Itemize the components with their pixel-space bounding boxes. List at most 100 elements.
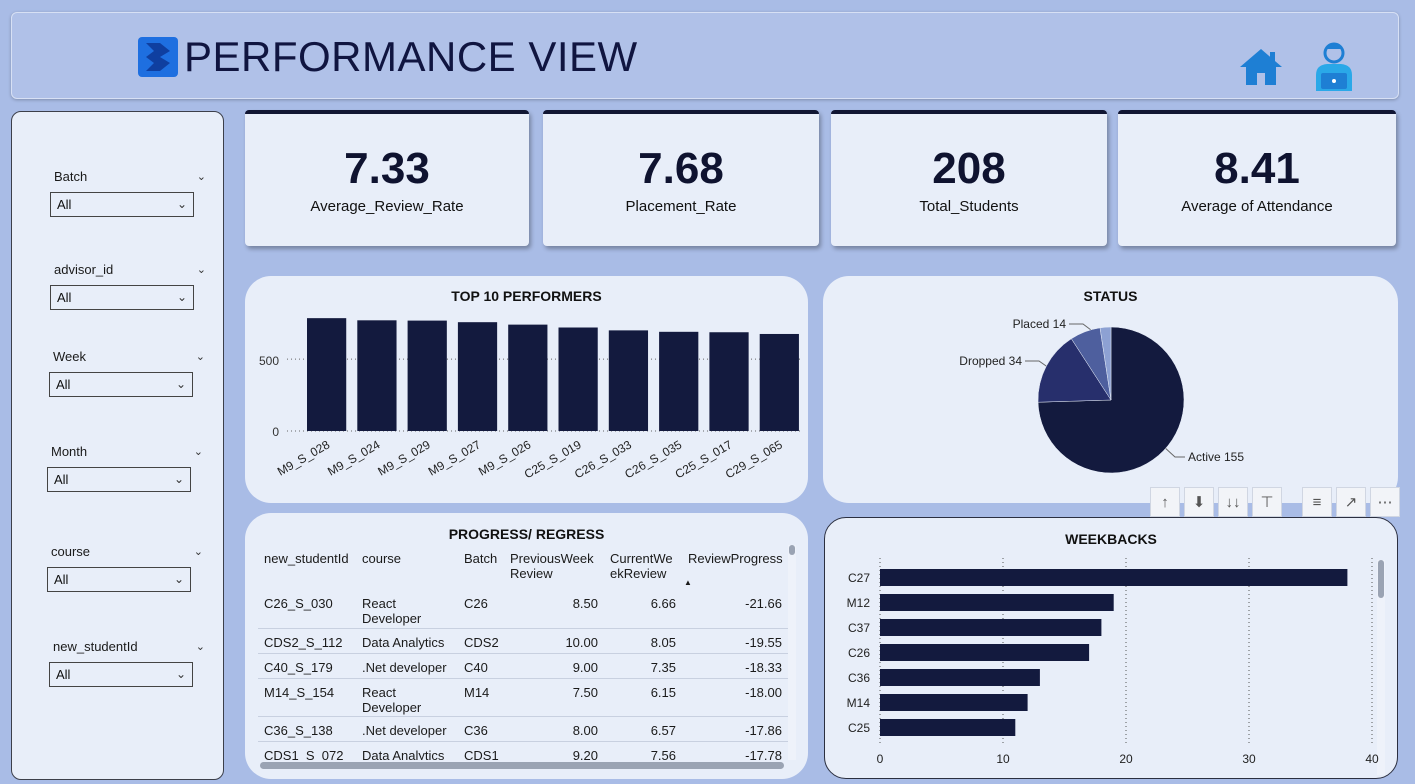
filter-course: course ⌄ All ⌄ [47,543,207,592]
chevron-down-icon[interactable]: ⌄ [194,443,203,461]
x-tick-label: M9_S_028 [275,437,333,478]
column-header[interactable]: Batch [458,545,504,590]
bar[interactable] [407,320,447,431]
more-options-icon[interactable]: ⋯ [1370,487,1400,517]
y-tick-label: M14 [847,696,871,710]
kpi-card-review-rate[interactable]: 7.33 Average_Review_Rate [245,110,529,246]
chevron-down-icon: ⌄ [173,472,184,486]
user-laptop-icon[interactable] [1311,39,1357,93]
table-row[interactable]: C40_S_179 .Net developer C40 9.00 7.35 -… [258,654,788,679]
status-panel[interactable]: STATUS Placed 14 Dropped 34 Active 155 [823,276,1398,503]
table-row[interactable]: CDS1_S_072 Data Analytics CDS1 9.20 7.56… [258,742,788,760]
focus-mode-icon[interactable]: ↗ [1336,487,1366,517]
progress-table: new_studentId course Batch PreviousWeek … [258,545,788,760]
bar[interactable] [880,669,1040,686]
y-tick-label: C26 [848,646,870,660]
bar[interactable] [659,331,699,431]
column-header[interactable]: ReviewProgress ▲ [682,545,788,590]
bar[interactable] [880,569,1348,586]
leader-line [1025,360,1050,369]
x-tick-label: M9_S_024 [325,437,383,478]
course-dropdown[interactable]: All ⌄ [47,567,191,592]
pie-label-active: Active 155 [1188,450,1244,464]
y-tick-label: 0 [272,425,279,439]
bar[interactable] [508,324,548,431]
bar[interactable] [608,330,649,431]
x-tick-label: 20 [1119,752,1133,766]
weekbacks-panel[interactable]: WEEKBACKS 0 10 20 30 40 C27 M12 C37 C26 C36 M14 C25 [824,517,1398,779]
kpi-card-total-students[interactable]: 208 Total_Students [831,110,1107,246]
filter-month: Month ⌄ All ⌄ [47,443,207,492]
filter-batch: Batch ⌄ All ⌄ [50,168,210,217]
advisor-id-dropdown[interactable]: All ⌄ [50,285,194,310]
x-tick-label: 30 [1242,752,1256,766]
column-header[interactable]: course [356,545,458,590]
bar[interactable] [880,619,1102,636]
bar[interactable] [880,719,1016,736]
batch-dropdown[interactable]: All ⌄ [50,192,194,217]
expand-next-level-icon[interactable]: ↓↓ [1218,487,1248,517]
filter-icon[interactable]: ≡ [1302,487,1332,517]
arrow-up-icon[interactable]: ↑ [1150,487,1180,517]
table-row[interactable]: M14_S_154 React Developer M14 7.50 6.15 … [258,679,788,717]
weekbacks-chart: 0 10 20 30 40 C27 M12 C37 C26 C36 M14 C25 [847,558,1385,775]
top-performers-panel[interactable]: TOP 10 PERFORMERS 500 0 M9_S_028 M9_S_024… [245,276,808,503]
chevron-down-icon[interactable]: ⌄ [196,348,205,366]
visual-toolbar: ↑ ⬇ ↓↓ ⊤ ≡ ↗ ⋯ [1150,487,1400,517]
chevron-down-icon: ⌄ [176,197,187,211]
chevron-down-icon[interactable]: ⌄ [197,261,206,279]
expand-hierarchy-icon[interactable]: ⊤ [1252,487,1282,517]
bar[interactable] [880,644,1090,661]
filter-advisor-id: advisor_id ⌄ All ⌄ [50,261,210,310]
top-performers-chart: 500 0 M9_S_028M9_S_024M9_S_029M9_S_027M9… [259,318,800,481]
table-row[interactable]: C26_S_030 React Developer C26 8.50 6.66 … [258,590,788,629]
home-icon[interactable] [1238,47,1284,87]
bar[interactable] [558,327,598,432]
bar[interactable] [357,320,397,431]
bar[interactable] [709,332,749,431]
chevron-down-icon: ⌄ [175,377,186,391]
new-studentid-dropdown[interactable]: All ⌄ [49,662,193,687]
chevron-down-icon[interactable]: ⌄ [194,543,203,561]
bar[interactable] [759,333,799,431]
bar[interactable] [307,318,347,431]
table-header: new_studentId course Batch PreviousWeek … [258,545,788,590]
bar[interactable] [880,694,1028,711]
bar[interactable] [457,322,498,431]
leader-line [1069,323,1092,331]
column-header[interactable]: CurrentWe ekReview [604,545,682,590]
kpi-label: Average of Attendance [1181,198,1333,215]
chevron-down-icon[interactable]: ⌄ [197,168,206,186]
y-tick-label: C37 [848,621,870,635]
x-tick-label: M9_S_029 [375,437,433,478]
y-tick-label: C27 [848,571,870,585]
y-tick-label: C25 [848,721,870,735]
drill-down-icon[interactable]: ⬇ [1184,487,1214,517]
x-tick-label: 0 [877,752,884,766]
column-header[interactable]: PreviousWeek Review [504,545,604,590]
filter-label: new_studentId [53,639,138,654]
table-row[interactable]: CDS2_S_112 Data Analytics CDS2 10.00 8.0… [258,629,788,654]
kpi-label: Total_Students [919,198,1019,215]
filter-new-studentid: new_studentId ⌄ All ⌄ [49,638,209,687]
kpi-card-placement-rate[interactable]: 7.68 Placement_Rate [543,110,819,246]
table-vertical-scrollbar[interactable] [788,545,796,760]
table-row[interactable]: C36_S_138 .Net developer C36 8.00 6.57 -… [258,717,788,742]
chevron-down-icon: ⌄ [175,667,186,681]
week-dropdown[interactable]: All ⌄ [49,372,193,397]
x-tick-label: 40 [1365,752,1379,766]
month-dropdown[interactable]: All ⌄ [47,467,191,492]
x-tick-label: 10 [996,752,1010,766]
table-horizontal-scrollbar[interactable] [260,762,784,769]
chevron-down-icon[interactable]: ⌄ [196,638,205,656]
y-tick-label: 500 [259,354,279,368]
chart-scrollbar-thumb[interactable] [1378,560,1384,598]
x-tick-label: C29_S_065 [723,437,785,481]
scrollbar-thumb[interactable] [789,545,795,555]
kpi-card-attendance[interactable]: 8.41 Average of Attendance [1118,110,1396,246]
bar[interactable] [880,594,1114,611]
header-bar: PERFORMANCE VIEW [11,12,1399,99]
filter-week: Week ⌄ All ⌄ [49,348,209,397]
logo-icon [138,37,178,77]
column-header[interactable]: new_studentId [258,545,356,590]
